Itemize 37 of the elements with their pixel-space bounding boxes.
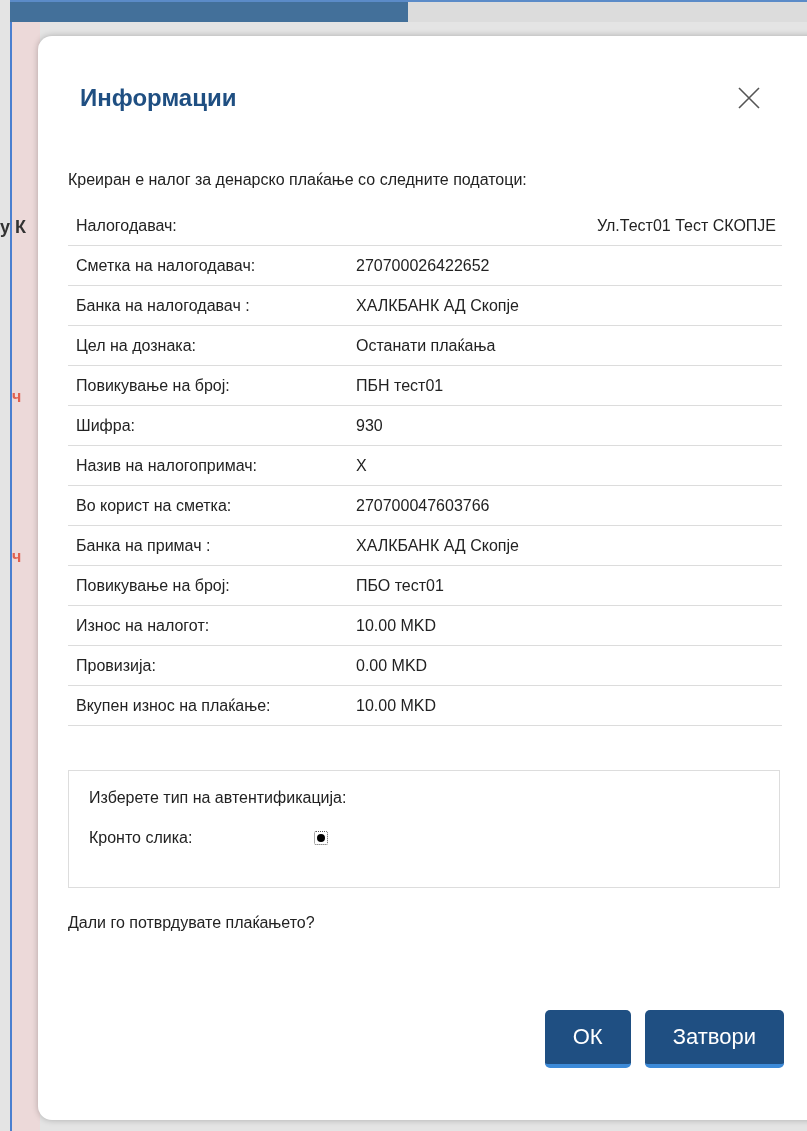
field-label: Шифра: bbox=[76, 416, 136, 435]
field-label: Повикување на број: bbox=[76, 576, 231, 595]
field-label: Провизија: bbox=[76, 656, 157, 675]
field-label: Сметка на налогодавач: bbox=[76, 256, 257, 275]
field-label: Износ на налогот: bbox=[76, 616, 211, 635]
close-icon[interactable] bbox=[738, 87, 760, 109]
field-label: Вкупен износ на плаќање: bbox=[76, 696, 272, 715]
field-value: 10.00 MKD bbox=[356, 696, 438, 715]
option-label: Кронто слика: bbox=[89, 829, 194, 847]
field-label: Цел на дознака: bbox=[76, 336, 197, 355]
field-value: 0.00 MKD bbox=[356, 656, 429, 675]
close-button[interactable]: Затвори bbox=[644, 1010, 784, 1068]
field-value: X bbox=[356, 456, 368, 475]
field-label: Банка на примач : bbox=[76, 536, 212, 555]
intro-text: Креиран е налог за денарско плаќање со следните податоци: bbox=[68, 170, 528, 190]
field-label: Во корист на сметка: bbox=[76, 496, 233, 515]
ok-button[interactable]: ОК bbox=[544, 1010, 631, 1068]
auth-heading: Изберете тип на автентификација: bbox=[89, 789, 348, 807]
field-value: 270700047603766 bbox=[356, 496, 491, 515]
field-label: Налогодавач: bbox=[76, 216, 178, 235]
field-label: ч bbox=[12, 387, 22, 407]
field-label: Банка на налогодавач : bbox=[76, 296, 251, 315]
confirm-question: Дали го потврдувате плаќањето? bbox=[68, 914, 316, 932]
field-value: ПБО тест01 bbox=[356, 576, 445, 595]
field-label: ч bbox=[12, 547, 22, 567]
field-value: ПБН тест01 bbox=[356, 376, 445, 395]
field-value: Останати плаќања bbox=[356, 336, 497, 355]
section-heading: у К bbox=[0, 217, 26, 237]
field-value: ХАЛКБАНК АД Скопје bbox=[356, 536, 520, 555]
field-value: 10.00 MKD bbox=[356, 616, 438, 635]
dialog-title: Информации bbox=[80, 84, 237, 112]
field-label: Повикување на број: bbox=[76, 376, 231, 395]
field-label: Назив на налогопримач: bbox=[76, 456, 259, 475]
field-value: 930 bbox=[356, 416, 384, 435]
field-value: Ул.Тест01 Тест СКОПЈЕ bbox=[595, 216, 777, 235]
field-value: 270700026422652 bbox=[356, 256, 491, 275]
field-value: ХАЛКБАНК АД Скопје bbox=[356, 296, 520, 315]
